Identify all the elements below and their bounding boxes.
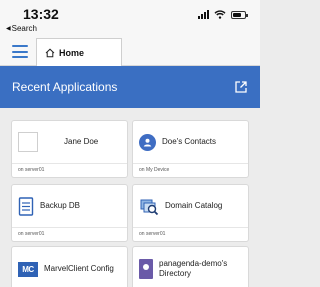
status-time: 13:32 [23, 6, 59, 22]
app-name: Jane Doe [64, 137, 99, 147]
tab-home[interactable]: Home [36, 38, 122, 66]
back-arrow-icon: ◀ [6, 26, 11, 32]
app-name: Doe's Contacts [162, 137, 216, 147]
directory-icon [139, 259, 153, 279]
home-icon [45, 48, 55, 57]
app-name: Backup DB [40, 201, 81, 211]
app-tile-marvelclient-config[interactable]: MC MarvelClient Config [12, 247, 127, 287]
app-tile-jane-doe[interactable]: Jane Doe on server01 [12, 121, 127, 177]
status-bar: 13:32 ◀ Search [0, 0, 260, 38]
app-name: panagenda-demo's Directory [159, 259, 228, 278]
app-name: MarvelClient Config [44, 264, 114, 274]
mc-logo-icon: MC [18, 261, 38, 277]
app-tile-backup-db[interactable]: Backup DB on server01 [12, 185, 127, 241]
document-icon [18, 196, 34, 216]
app-location: on My Device [133, 163, 248, 177]
cellular-signal-icon [198, 10, 209, 19]
app-location: on server01 [12, 227, 127, 241]
blank-placeholder-icon [18, 132, 38, 152]
app-tile-domain-catalog[interactable]: Domain Catalog on server01 [133, 185, 248, 241]
recent-applications-header: Recent Applications [0, 66, 260, 108]
contacts-icon [139, 133, 156, 151]
back-label: Search [11, 24, 37, 33]
wifi-icon [214, 10, 226, 19]
back-to-search-link[interactable]: ◀ Search [6, 24, 37, 33]
menu-icon[interactable] [12, 45, 28, 58]
app-tile-panagenda-directory[interactable]: panagenda-demo's Directory [133, 247, 248, 287]
app-tile-does-contacts[interactable]: Doe's Contacts on My Device [133, 121, 248, 177]
catalog-icon [140, 199, 159, 215]
app-name: Domain Catalog [165, 201, 223, 211]
app-location: on server01 [133, 227, 248, 241]
battery-icon [231, 10, 248, 19]
navigation-bar: Home [0, 38, 260, 66]
recent-applications-title: Recent Applications [12, 80, 118, 94]
status-icons [198, 10, 248, 19]
app-location: on server01 [12, 163, 127, 177]
tab-home-label: Home [59, 47, 85, 58]
open-external-icon[interactable] [234, 80, 248, 94]
